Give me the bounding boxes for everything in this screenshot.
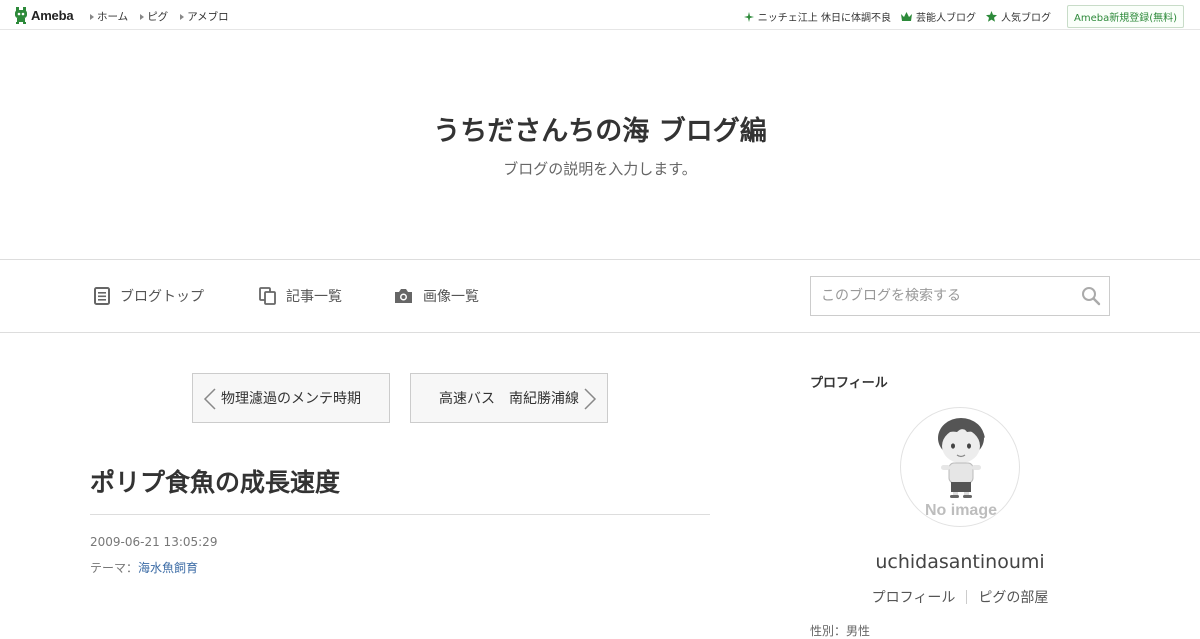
global-nav-pigg[interactable]: ピグ — [140, 9, 168, 24]
global-nav-label: ホーム — [97, 11, 129, 23]
nav-image-list[interactable]: 画像一覧 — [394, 286, 479, 306]
nav-image-list-label: 画像一覧 — [423, 289, 479, 305]
ameba-logo[interactable]: Ameba — [14, 7, 74, 24]
theme-prefix: テーマ： — [90, 561, 139, 575]
global-nav: ホーム ピグ アメブロ — [90, 9, 229, 24]
celebrity-blog-label: 芸能人ブログ — [915, 13, 976, 24]
blog-nav-bar: ブログトップ 記事一覧 画像一覧 — [0, 259, 1200, 333]
global-nav-home[interactable]: ホーム — [90, 9, 128, 24]
nav-blog-top-label: ブログトップ — [120, 289, 204, 305]
crown-icon — [900, 12, 912, 21]
register-button[interactable]: Ameba新規登録(無料) — [1066, 5, 1184, 28]
article-theme: テーマ：海水魚飼育 — [90, 559, 198, 576]
next-article-label: 高速バス 南紀勝浦線 — [439, 391, 579, 407]
caret-right-icon — [140, 13, 145, 20]
blog-description: ブログの説明を入力します。 — [503, 160, 697, 178]
caret-right-icon — [90, 13, 94, 20]
global-nav-label: アメブロ — [187, 11, 229, 23]
theme-link[interactable]: 海水魚飼育 — [138, 561, 198, 575]
document-icon — [94, 287, 110, 305]
next-article-button[interactable]: 高速バス 南紀勝浦線 — [410, 373, 608, 423]
top-bar: Ameba ホーム ピグ アメブロ ニッチェ江上 休日に体調不良 芸能人ブログ … — [0, 0, 1200, 30]
nav-article-list[interactable]: 記事一覧 — [259, 286, 342, 306]
logo-text: Ameba — [31, 8, 74, 23]
ameba-mascot-icon — [15, 7, 27, 24]
article-date: 2009-06-21 13:05:29 — [90, 535, 218, 549]
global-nav-ameblo[interactable]: アメブロ — [180, 9, 229, 24]
trending-link[interactable]: ニッチェ江上 休日に体調不良 — [743, 9, 891, 24]
search-icon[interactable] — [1081, 286, 1101, 306]
celebrity-blog-link[interactable]: 芸能人ブログ — [900, 9, 976, 24]
popular-blog-label: 人気ブログ — [1000, 13, 1051, 24]
profile-name[interactable]: uchidasantinoumi — [810, 551, 1110, 573]
trending-link-label: ニッチェ江上 休日に体調不良 — [757, 13, 891, 24]
prev-article-button[interactable]: 物理濾過のメンテ時期 — [192, 373, 390, 423]
article-title[interactable]: ポリプ食魚の成長速度 — [90, 463, 340, 499]
chevron-left-icon — [203, 388, 216, 410]
star-icon — [985, 11, 997, 22]
avatar-caption: No image — [925, 502, 997, 519]
blog-search — [810, 276, 1110, 316]
pigg-room-link[interactable]: ピグの部屋 — [967, 587, 1059, 607]
caret-right-icon — [180, 13, 185, 20]
title-divider — [90, 514, 710, 515]
popular-blog-link[interactable]: 人気ブログ — [985, 9, 1051, 24]
no-image-avatar-icon: No image — [925, 418, 997, 519]
profile-gender: 性別：男性 — [810, 624, 871, 638]
prev-article-label: 物理濾過のメンテ時期 — [221, 391, 361, 407]
blog-title[interactable]: うちださんちの海 ブログ編 — [0, 109, 1200, 148]
top-right-links: ニッチェ江上 休日に体調不良 芸能人ブログ 人気ブログ Ameba新規登録(無料… — [743, 5, 1184, 28]
camera-icon — [395, 289, 412, 303]
search-input[interactable] — [811, 277, 1061, 315]
blog-header: うちださんちの海 ブログ編 ブログの説明を入力します。 — [0, 31, 1200, 259]
sparkle-icon — [743, 11, 754, 22]
profile-heading: プロフィール — [810, 376, 888, 391]
copy-icon — [259, 287, 276, 305]
avatar[interactable]: No image — [900, 407, 1020, 527]
profile-links: プロフィール ピグの部屋 — [810, 587, 1110, 607]
global-nav-label: ピグ — [147, 11, 169, 23]
chevron-right-icon — [584, 388, 597, 410]
profile-link[interactable]: プロフィール — [861, 587, 967, 607]
nav-blog-top[interactable]: ブログトップ — [94, 286, 204, 306]
nav-article-list-label: 記事一覧 — [286, 289, 342, 305]
